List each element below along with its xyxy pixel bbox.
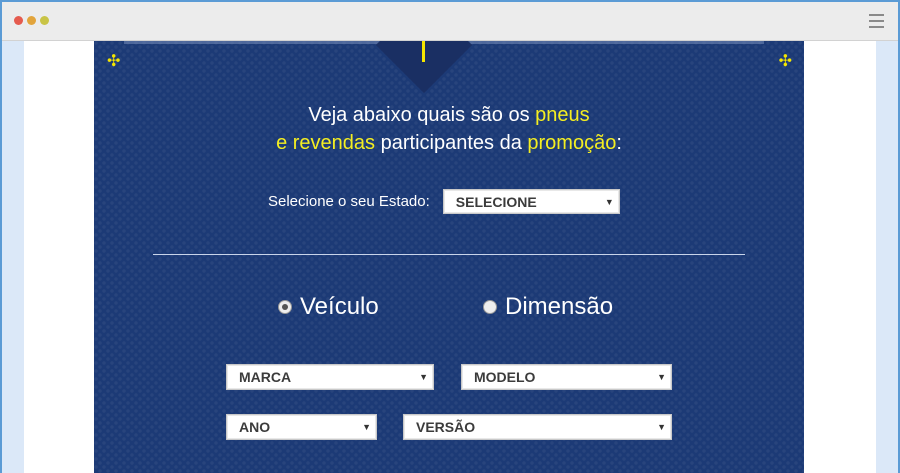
modelo-select-value: MODELO [474, 369, 536, 385]
headline-text: Veja abaixo quais são os [308, 104, 536, 126]
chevron-down-icon: ▼ [362, 422, 371, 432]
headline-highlight-promocao: promoção [527, 132, 617, 154]
headline-line-1: Veja abaixo quais são os pneus [94, 101, 804, 129]
promo-panel: ✣ ✣ Veja abaixo quais são os pneus e rev… [94, 41, 804, 473]
state-select[interactable]: SELECIONE ▼ [442, 189, 620, 214]
chevron-down-icon: ▼ [657, 372, 666, 382]
close-window-dot[interactable] [14, 16, 23, 25]
headline-text: participantes da [375, 132, 528, 154]
headline-colon: : [616, 132, 622, 154]
versao-select-value: VERSÃO [416, 419, 476, 435]
maximize-window-dot[interactable] [40, 16, 49, 25]
radio-dimensao-label: Dimensão [505, 293, 614, 320]
minimize-window-dot[interactable] [27, 16, 36, 25]
chevron-down-icon: ▼ [419, 372, 428, 382]
move-handle-icon[interactable]: ✣ [779, 54, 792, 70]
arrow-line-decoration [422, 41, 425, 62]
marca-select[interactable]: MARCA ▼ [226, 364, 434, 390]
radio-checked-icon[interactable] [278, 300, 292, 314]
browser-toolbar [2, 2, 898, 41]
modelo-select[interactable]: MODELO ▼ [461, 364, 672, 390]
chevron-down-icon: ▼ [604, 197, 614, 207]
radio-veiculo-label: Veículo [300, 293, 379, 320]
ano-select[interactable]: ANO ▼ [226, 414, 377, 440]
radio-dimensao[interactable]: Dimensão [483, 293, 613, 321]
move-handle-icon[interactable]: ✣ [107, 54, 120, 70]
headline-line-2: e revendas participantes da promoção: [94, 129, 804, 157]
divider [153, 254, 745, 255]
state-select-value: SELECIONE [455, 194, 537, 210]
state-label: Selecione o seu Estado: [268, 193, 430, 210]
marca-select-value: MARCA [239, 369, 292, 385]
hamburger-icon[interactable] [869, 14, 884, 32]
chevron-down-icon: ▼ [657, 422, 666, 432]
headline: Veja abaixo quais são os pneus e revenda… [94, 101, 804, 157]
radio-veiculo[interactable]: Veículo [278, 293, 379, 321]
page-content: ✣ ✣ Veja abaixo quais são os pneus e rev… [24, 41, 876, 473]
headline-highlight-pneus: pneus [535, 104, 590, 126]
radio-unchecked-icon[interactable] [483, 300, 497, 314]
state-selector-row: Selecione o seu Estado: SELECIONE ▼ [268, 189, 620, 214]
versao-select[interactable]: VERSÃO ▼ [403, 414, 672, 440]
headline-highlight-revendas: e revendas [276, 132, 376, 154]
browser-window: ✣ ✣ Veja abaixo quais são os pneus e rev… [2, 2, 898, 473]
ano-select-value: ANO [239, 419, 271, 435]
